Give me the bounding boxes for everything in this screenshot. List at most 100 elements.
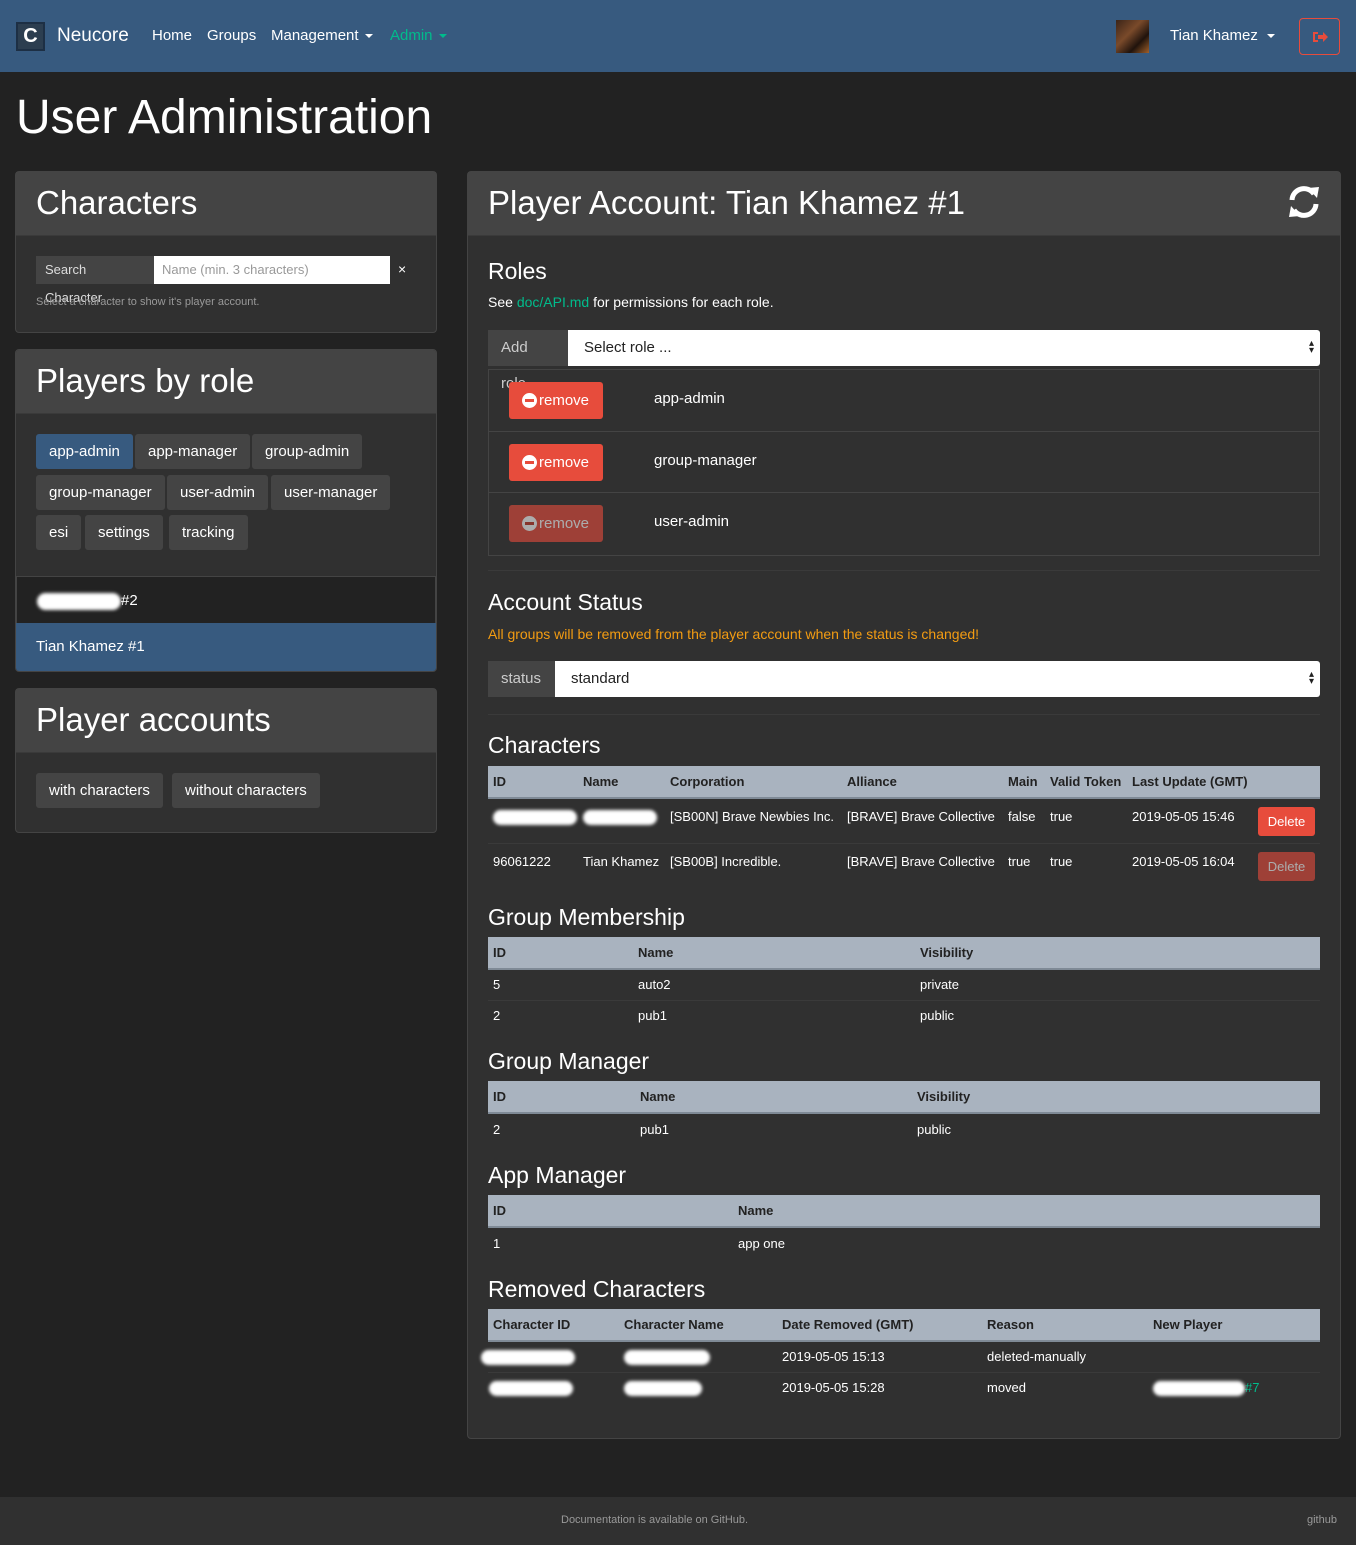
col-action [1253,766,1320,799]
col-character-name: Character Name [619,1309,777,1342]
nav-home[interactable]: Home [152,27,192,44]
redacted-id [489,1380,573,1396]
col-date-removed: Date Removed (GMT) [777,1309,982,1342]
role-filter-user-manager[interactable]: user-manager [271,475,391,510]
remove-role-button[interactable]: remove [509,443,603,481]
cell-name: pub1 [638,1008,667,1024]
cell-alliance: [BRAVE] Brave Collective [847,853,995,869]
nav-management-dropdown[interactable]: Management [271,27,373,44]
remove-label: remove [539,515,590,532]
redacted-id [481,1349,575,1365]
with-characters-button[interactable]: with characters [36,773,163,808]
refresh-icon[interactable] [1286,185,1322,219]
new-player-link[interactable]: #7 [1245,1380,1259,1395]
app-manager-title: App Manager [488,1162,627,1188]
role-filter-esi[interactable]: esi [36,515,82,550]
table-header-row: ID Name Corporation Alliance Main Valid … [488,766,1320,799]
avatar[interactable] [1116,20,1149,53]
remove-role-button[interactable]: remove [509,382,603,419]
nav-admin-dropdown[interactable]: Admin [390,27,447,44]
col-main: Main [1003,766,1045,799]
clear-search-icon[interactable]: × [398,261,406,277]
delete-character-button-disabled[interactable]: Delete [1258,851,1315,881]
without-characters-button[interactable]: without characters [172,773,320,808]
cell-id: 1 [493,1235,501,1251]
cell-id: 5 [488,969,633,1001]
divider [488,570,1320,571]
removed-characters-table: Character ID Character Name Date Removed… [481,1309,1320,1403]
characters-table: ID Name Corporation Alliance Main Valid … [488,766,1320,888]
col-last-update: Last Update (GMT) [1127,766,1253,799]
players-by-role-title: Players by role [16,350,436,414]
role-filter-app-admin[interactable]: app-admin [36,434,133,469]
delete-character-button[interactable]: Delete [1258,807,1315,836]
role-filter-user-admin[interactable]: user-admin [167,475,269,510]
add-role-select[interactable]: Select role ... ▴ ▾ [568,330,1320,366]
chevron-down-icon [364,34,373,39]
table-header-row: Character ID Character Name Date Removed… [488,1309,1320,1342]
role-filter-group-admin[interactable]: group-admin [252,434,363,469]
player-accounts-title: Player accounts [16,689,436,753]
table-row: 2 pub1 public [488,1113,1320,1144]
characters-section-title: Characters [488,732,601,758]
nav-groups[interactable]: Groups [207,27,256,44]
cell-date-removed: 2019-05-05 15:13 [777,1341,982,1373]
player-list-item-active[interactable]: Tian Khamez #1 [16,623,436,671]
cell-id [488,798,578,844]
cell-last-update: 2019-05-05 16:04 [1132,853,1235,869]
table-row: 2019-05-05 15:13 deleted-manually [481,1341,1320,1373]
chevron-down-icon [438,34,447,39]
search-character-input[interactable]: Name (min. 3 characters) [154,256,390,284]
player-list-item[interactable]: #2 [16,576,436,624]
footer: Documentation is available on GitHub. gi… [0,1497,1356,1545]
sign-out-icon [1313,32,1328,42]
role-row: remove group-manager [489,432,1319,493]
cell-valid-token: true [1045,798,1127,844]
nav-admin-label: Admin [390,27,433,44]
redacted-name [624,1380,702,1396]
players-by-role-card: Players by role app-admin app-manager gr… [15,349,437,672]
redacted-id [493,810,577,826]
table-header-row: ID Name [488,1195,1320,1228]
role-filter-group-manager[interactable]: group-manager [36,475,165,510]
role-filter-app-manager[interactable]: app-manager [135,434,251,469]
col-new-player: New Player [1148,1309,1320,1342]
role-filter-settings[interactable]: settings [85,515,163,550]
cell-corporation: [SB00B] Incredible. [670,853,782,869]
minus-circle-icon [522,454,537,470]
cell-reason: deleted-manually [982,1341,1148,1373]
add-role-select-value: Select role ... [584,339,672,356]
cell-new-player: #7 [1148,1372,1320,1403]
status-select[interactable]: standard ▴ ▾ [555,661,1320,697]
logout-button[interactable] [1299,18,1340,55]
cell-date-removed: 2019-05-05 15:28 [782,1380,885,1396]
brand-link[interactable]: Neucore [57,25,129,47]
footer-text: Documentation is available on GitHub. [561,1514,749,1526]
user-menu-dropdown[interactable]: Tian Khamez [1170,27,1275,44]
role-name: app-admin [654,390,725,407]
cell-last-update: 2019-05-05 15:46 [1127,798,1253,844]
player-accounts-card: Player accounts with characters without … [15,688,437,833]
api-doc-link[interactable]: doc/API.md [517,294,589,310]
account-status-title: Account Status [488,589,643,615]
cell-name [578,798,665,844]
role-filter-tracking[interactable]: tracking [169,515,248,550]
cell-name: Tian Khamez [583,853,660,869]
brand-logo-icon[interactable]: C [16,22,45,51]
remove-role-button-disabled[interactable]: remove [509,505,603,542]
col-id: ID [488,1195,733,1228]
role-row: remove user-admin [489,493,1319,555]
github-link[interactable]: github [1307,1514,1337,1526]
status-label: status [488,661,555,697]
table-header-row: ID Name Visibility [488,937,1320,970]
roles-title: Roles [488,258,547,284]
role-name: group-manager [654,451,757,469]
table-row: 2 pub1 public [488,1000,1320,1031]
roles-help-suffix: for permissions for each role. [589,294,774,310]
col-id: ID [488,937,633,970]
search-help-text: Select a character to show it's player a… [36,296,260,308]
cell-id: 2 [493,1008,501,1024]
role-row: remove app-admin [489,370,1319,432]
remove-label: remove [539,392,590,409]
user-name-label: Tian Khamez [1170,27,1258,44]
